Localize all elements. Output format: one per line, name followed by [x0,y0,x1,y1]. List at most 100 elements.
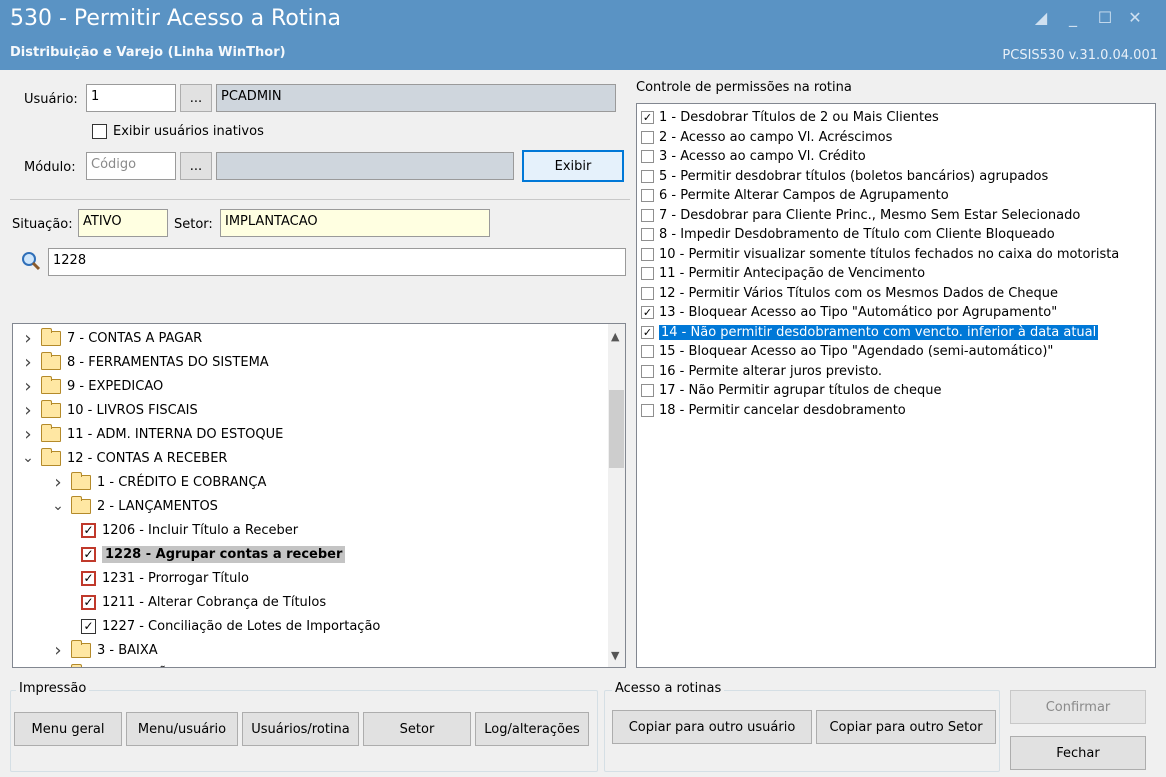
expand-arrow-icon[interactable]: › [21,400,35,421]
tree-item[interactable]: › 11 - ADM. INTERNA DO ESTOQUE [21,422,283,446]
tree-item[interactable]: › 1 - CRÉDITO E COBRANÇA [51,470,266,494]
scrollbar-thumb[interactable] [609,390,624,468]
expand-arrow-icon[interactable]: › [51,664,65,668]
routine-checkbox[interactable]: ✓ [81,546,96,562]
permission-checkbox[interactable] [641,403,654,417]
tree-item[interactable]: › 4 - EMISSÃO DE DOCUMENTOS [51,662,298,668]
tree-item[interactable]: › 3 - BAIXA [51,638,158,662]
permission-checkbox[interactable] [641,286,654,300]
expand-arrow-icon[interactable]: › [21,376,35,397]
tree-item[interactable]: ✓ 1231 - Prorrogar Título [81,566,249,590]
permission-item[interactable]: 7 - Desdobrar para Cliente Princ., Mesmo… [641,206,1137,225]
permission-checkbox[interactable] [641,345,654,358]
permission-checkbox[interactable] [641,267,654,280]
permission-item[interactable]: ✓ 14 - Não permitir desdobramento com ven… [641,323,1137,342]
permission-item[interactable]: 3 - Acesso ao campo Vl. Crédito [641,147,1137,166]
permission-checkbox[interactable]: ✓ [641,306,654,319]
routine-checkbox[interactable]: ✓ [81,570,96,586]
permission-item[interactable]: ✓ 13 - Bloquear Acesso ao Tipo "Automátic… [641,303,1137,322]
tree-item[interactable]: › 9 - EXPEDICAO [21,374,163,398]
permission-item[interactable]: 17 - Não Permitir agrupar títulos de che… [641,381,1137,400]
user-browse-button[interactable]: ... [180,84,212,112]
permission-checkbox[interactable] [641,247,654,261]
copy-to-sector-button[interactable]: Copiar para outro Setor [816,710,996,744]
permission-checkbox[interactable] [641,364,654,378]
tree-item[interactable]: ✓ 1211 - Alterar Cobrança de Títulos [81,590,326,614]
setor-button[interactable]: Setor [363,712,471,746]
tree-item-label: 7 - CONTAS A PAGAR [67,330,203,346]
collapse-arrow-icon[interactable]: ⌄ [51,498,65,514]
copy-to-user-button[interactable]: Copiar para outro usuário [612,710,812,744]
permission-checkbox[interactable] [641,169,654,183]
permission-label: 1 - Desdobrar Títulos de 2 ou Mais Clien… [659,110,939,125]
permission-label: 10 - Permitir visualizar somente títulos… [659,246,1120,262]
routine-checkbox[interactable]: ✓ [81,618,96,634]
permission-checkbox[interactable] [641,228,654,241]
routine-checkbox[interactable]: ✓ [81,522,96,538]
confirm-button[interactable]: Confirmar [1010,690,1146,724]
permission-item[interactable]: 15 - Bloquear Acesso ao Tipo "Agendado (… [641,342,1137,361]
log-alteracoes-button[interactable]: Log/alterações [475,712,589,746]
permission-item[interactable]: 5 - Permitir desdobrar títulos (boletos … [641,167,1137,186]
permission-label: 8 - Impedir Desdobramento de Título com … [659,227,1055,242]
tree-item[interactable]: ✓ 1227 - Conciliação de Lotes de Importaç… [81,614,380,638]
permission-checkbox[interactable]: ✓ [641,111,654,124]
permission-label: 2 - Acesso ao campo Vl. Acréscimos [659,129,893,145]
user-code-input[interactable]: 1 [86,84,176,112]
module-code-input[interactable]: Código [86,152,176,180]
sector-label: Setor: [174,217,213,232]
permission-item[interactable]: 6 - Permite Alterar Campos de Agrupament… [641,186,1137,205]
tree-item[interactable]: ⌄ 2 - LANÇAMENTOS [51,494,218,518]
close-icon[interactable]: ✕ [1124,8,1146,27]
collapse-arrow-icon[interactable]: ⌄ [21,450,35,466]
tree-item[interactable]: › 8 - FERRAMENTAS DO SISTEMA [21,350,269,374]
permission-checkbox[interactable] [641,130,654,144]
permission-item[interactable]: 16 - Permite alterar juros previsto. [641,362,1137,381]
expand-arrow-icon[interactable]: › [51,472,65,493]
module-label: Módulo: [24,160,76,175]
permission-item[interactable]: 12 - Permitir Vários Títulos com os Mesm… [641,284,1137,303]
restore-icon[interactable]: ◢ [1030,8,1052,27]
permission-checkbox[interactable] [641,208,654,222]
show-button[interactable]: Exibir [522,150,624,182]
tree-scrollbar[interactable]: ▲ ▼ [608,324,625,667]
permission-checkbox[interactable] [641,150,654,163]
expand-arrow-icon[interactable]: › [21,424,35,445]
permission-item[interactable]: 18 - Permitir cancelar desdobramento [641,401,1137,420]
permission-item[interactable]: 11 - Permitir Antecipação de Vencimento [641,264,1137,283]
tree-item[interactable]: ✓ 1206 - Incluir Título a Receber [81,518,298,542]
show-inactive-checkbox[interactable]: Exibir usuários inativos [92,124,264,139]
menu-usuario-button[interactable]: Menu/usuário [126,712,238,746]
window-title: 530 - Permitir Acesso a Rotina [10,6,341,31]
tree-item-label: 3 - BAIXA [97,642,158,658]
maximize-icon[interactable]: ☐ [1094,8,1116,27]
usuarios-rotina-button[interactable]: Usuários/rotina [242,712,359,746]
tree-item-label: 2 - LANÇAMENTOS [97,498,218,514]
permission-item[interactable]: 10 - Permitir visualizar somente títulos… [641,245,1137,264]
checkbox-box[interactable] [92,124,107,139]
scroll-up-icon[interactable]: ▲ [611,330,619,343]
permission-checkbox[interactable]: ✓ [641,325,654,339]
tree-item-label: 1211 - Alterar Cobrança de Títulos [102,594,327,610]
tree-item[interactable]: › 10 - LIVROS FISCAIS [21,398,198,422]
permission-checkbox[interactable] [641,384,654,397]
permission-item[interactable]: 2 - Acesso ao campo Vl. Acréscimos [641,128,1137,147]
permission-item[interactable]: ✓ 1 - Desdobrar Títulos de 2 ou Mais Clie… [641,108,1137,127]
scroll-down-icon[interactable]: ▼ [611,649,619,662]
module-browse-button[interactable]: ... [180,152,212,180]
situation-label: Situação: [12,217,73,232]
permission-item[interactable]: 8 - Impedir Desdobramento de Título com … [641,225,1137,244]
minimize-icon[interactable]: _ [1062,8,1084,27]
routine-checkbox[interactable]: ✓ [81,594,96,610]
situation-field: ATIVO [78,209,168,237]
tree-item[interactable]: ✓ 1228 - Agrupar contas a receber [81,542,346,566]
menu-geral-button[interactable]: Menu geral [14,712,122,746]
expand-arrow-icon[interactable]: › [21,352,35,373]
expand-arrow-icon[interactable]: › [51,640,65,661]
permission-checkbox[interactable] [641,189,654,202]
tree-item[interactable]: › 7 - CONTAS A PAGAR [21,326,202,350]
close-button[interactable]: Fechar [1010,736,1146,770]
search-input[interactable]: 1228 [48,248,626,276]
expand-arrow-icon[interactable]: › [21,328,35,349]
tree-item[interactable]: ⌄ 12 - CONTAS A RECEBER [21,446,227,470]
